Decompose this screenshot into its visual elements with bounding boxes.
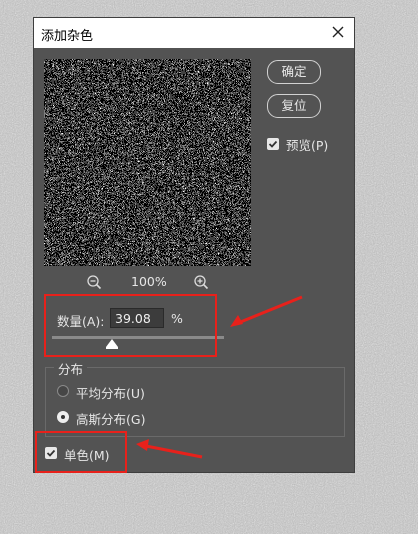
zoom-in-icon[interactable]: [193, 274, 209, 290]
ok-button[interactable]: 确定: [267, 60, 321, 84]
distribution-title: 分布: [54, 359, 88, 378]
uniform-label: 平均分布(U): [76, 386, 145, 401]
preview-checkbox[interactable]: [267, 138, 279, 150]
zoom-level: 100%: [131, 274, 167, 289]
radio-gaussian[interactable]: [57, 411, 69, 423]
dialog-titlebar: 添加杂色: [34, 18, 354, 48]
annotation-box-monochrome: [35, 431, 127, 473]
noise-preview[interactable]: [44, 59, 251, 266]
close-icon[interactable]: [328, 22, 348, 42]
annotation-arrow-monochrome: [136, 439, 203, 459]
radio-uniform[interactable]: [57, 385, 69, 397]
annotation-box-amount: [44, 294, 217, 357]
reset-button[interactable]: 复位: [267, 94, 321, 118]
add-noise-dialog: 添加杂色 确定 复位 预览(P) 100% 数量(A): 39.08 % 分布 …: [33, 17, 355, 473]
gaussian-label: 高斯分布(G): [76, 412, 146, 427]
dialog-title: 添加杂色: [41, 29, 94, 44]
annotation-arrow-amount: [230, 295, 303, 327]
checkmark-icon: [268, 140, 278, 148]
preview-checkbox-label: 预览(P): [286, 138, 329, 153]
zoom-out-icon[interactable]: [86, 274, 102, 290]
